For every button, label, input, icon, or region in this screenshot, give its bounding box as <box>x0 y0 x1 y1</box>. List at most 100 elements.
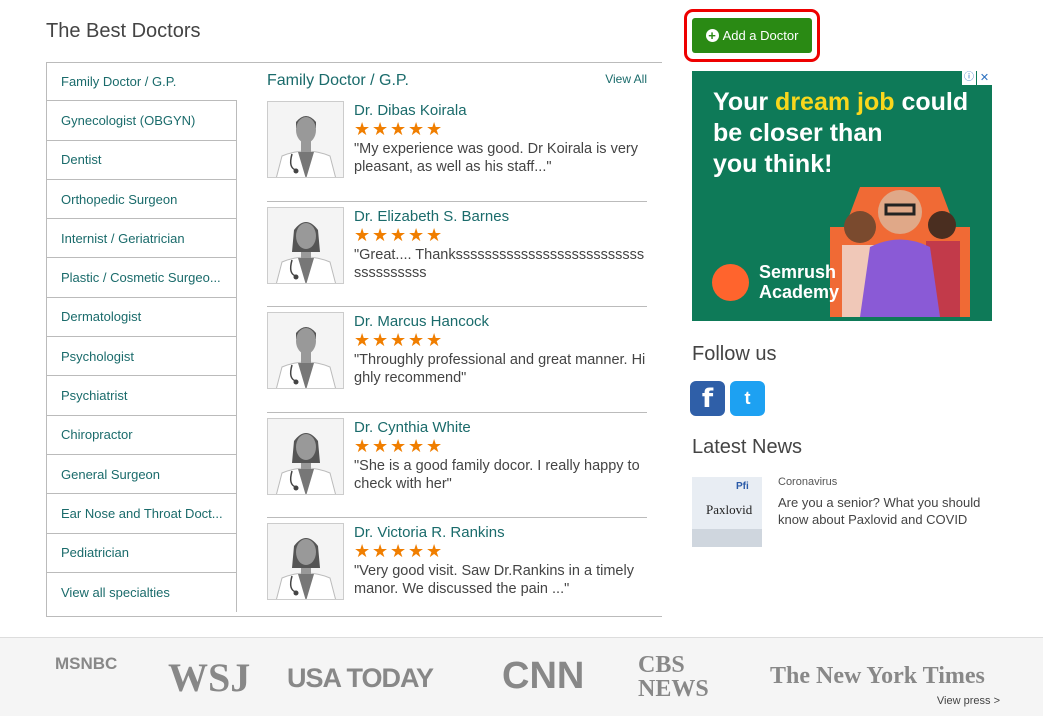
panel-title: Family Doctor / G.P. <box>267 72 409 89</box>
star-icon: ★ <box>426 330 443 350</box>
star-icon: ★ <box>408 435 425 456</box>
news-headline-link[interactable]: Are you a senior? What you should know a… <box>778 494 988 528</box>
star-icon: ★ <box>426 119 443 139</box>
specialty-item[interactable]: Family Doctor / G.P. <box>46 62 237 102</box>
twitter-icon[interactable]: t <box>730 381 765 416</box>
star-icon: ★ <box>354 435 371 456</box>
add-doctor-label: Add a Doctor <box>722 28 799 43</box>
star-icon: ★ <box>390 330 407 350</box>
star-icon: ★ <box>372 224 389 245</box>
specialty-item[interactable]: Psychiatrist <box>46 376 237 416</box>
doctor-avatar[interactable] <box>267 312 344 389</box>
star-icon: ★ <box>390 435 407 456</box>
nyt-logo: The New York Times <box>770 663 985 689</box>
star-icon: ★ <box>426 541 443 561</box>
thumb-pills <box>692 529 762 547</box>
rating-stars: ★ ★ ★ ★ ★ <box>354 435 443 456</box>
doctor-avatar[interactable] <box>267 523 344 600</box>
news-category: Coronavirus <box>778 476 838 488</box>
view-press-link[interactable]: View press > <box>937 695 1000 707</box>
specialty-item[interactable]: General Surgeon <box>46 454 237 495</box>
star-icon: ★ <box>390 224 407 245</box>
star-icon: ★ <box>390 541 407 561</box>
specialty-item[interactable]: Dentist <box>46 140 237 180</box>
doctor-name-link[interactable]: Dr. Dibas Koirala <box>354 102 467 119</box>
msnbc-logo: MSNBC <box>55 655 117 672</box>
doctor-name-link[interactable]: Dr. Victoria R. Rankins <box>354 524 505 541</box>
rating-stars: ★ ★ ★ ★ ★ <box>354 224 443 245</box>
specialty-item[interactable]: Dermatologist <box>46 297 237 338</box>
star-icon: ★ <box>390 119 407 139</box>
doctor-card: Dr. Cynthia White ★ ★ ★ ★ ★ "She is a good fam… <box>267 413 647 518</box>
star-icon: ★ <box>354 224 371 245</box>
star-icon: ★ <box>408 224 425 245</box>
advertisement[interactable]: ⓘ ✕ Your dream job could be closer than … <box>692 71 992 321</box>
ad-headline-line2: be closer than <box>713 119 883 147</box>
doctor-review: "Great.... Thankssssssssssssssssssssssss… <box>354 246 645 281</box>
star-icon: ★ <box>372 119 389 139</box>
specialty-item[interactable]: Orthopedic Surgeon <box>46 179 237 220</box>
ad-text: Your <box>713 88 776 116</box>
star-icon: ★ <box>354 330 371 350</box>
specialty-item[interactable]: Plastic / Cosmetic Surgeo... <box>46 258 237 298</box>
specialty-item[interactable]: Pediatrician <box>46 533 237 573</box>
plus-circle-icon: + <box>705 29 719 42</box>
doctor-name-link[interactable]: Dr. Cynthia White <box>354 419 471 436</box>
specialty-item[interactable]: Ear Nose and Throat Doct... <box>46 494 237 534</box>
doctor-list: Dr. Dibas Koirala ★ ★ ★ ★ ★ "My experience was… <box>267 96 647 624</box>
specialty-list: Family Doctor / G.P. Gynecologist (OBGYN)… <box>46 62 237 613</box>
doctor-review: "Very good visit. Saw Dr.Rankins in a ti… <box>354 563 634 597</box>
ad-info-icon[interactable]: ⓘ <box>962 71 976 85</box>
add-doctor-button[interactable]: + Add a Doctor <box>692 18 812 53</box>
ad-headline-line3: you think! <box>713 150 833 178</box>
doctor-review: "Throughly professional and great manner… <box>354 352 646 386</box>
doctor-avatar[interactable] <box>267 206 344 284</box>
ad-highlight-text: dream job <box>775 88 895 116</box>
cnn-logo: CNN <box>502 655 585 697</box>
ad-brand-line2: Academy <box>759 282 840 302</box>
view-all-link[interactable]: View All <box>605 72 647 86</box>
specialty-item[interactable]: Gynecologist (OBGYN) <box>46 101 237 141</box>
thumb-text: Paxlovid <box>706 502 753 517</box>
star-icon: ★ <box>426 224 443 245</box>
add-doctor-highlight: + Add a Doctor <box>684 9 820 62</box>
doctor-avatar[interactable] <box>267 101 344 178</box>
doctor-card: Dr. Elizabeth S. Barnes ★ ★ ★ ★ ★ "Great.... T… <box>267 202 647 307</box>
doctor-review: "She is a good family docor. I really ha… <box>354 457 640 492</box>
specialty-item[interactable]: Internist / Geriatrician <box>46 219 237 259</box>
star-icon: ★ <box>408 330 425 350</box>
cbs-news-logo: CBS NEWS <box>638 652 709 702</box>
thumb-brand: Pfi <box>736 481 749 492</box>
doctor-avatar[interactable] <box>267 417 344 495</box>
ad-text: could <box>894 88 969 116</box>
star-icon: ★ <box>426 435 443 456</box>
star-icon: ★ <box>354 119 371 139</box>
doctor-review: "My experience was good. Dr Koirala is v… <box>354 141 638 175</box>
facebook-icon[interactable]: f <box>690 381 725 416</box>
rating-stars: ★ ★ ★ ★ ★ <box>354 541 443 561</box>
usa-today-logo: USA TODAY <box>287 663 434 693</box>
star-icon: ★ <box>372 435 389 456</box>
specialty-item[interactable]: Chiropractor <box>46 415 237 455</box>
specialty-item[interactable]: Psychologist <box>46 337 237 377</box>
doctors-panel: Family Doctor / G.P. View All Dr. Dibas … <box>267 62 647 624</box>
ad-headline-line1: Your dream job could <box>713 88 968 117</box>
ad-close-icon[interactable]: ✕ <box>977 71 992 85</box>
doctor-name-link[interactable]: Dr. Marcus Hancock <box>354 313 489 330</box>
doctor-card: Dr. Marcus Hancock ★ ★ ★ ★ ★ "Throughly profes… <box>267 307 647 413</box>
semrush-logo-icon <box>712 264 749 301</box>
star-icon: ★ <box>408 541 425 561</box>
doctor-card: Dr. Victoria R. Rankins ★ ★ ★ ★ ★ "Very good v… <box>267 518 647 624</box>
specialty-item[interactable]: View all specialties <box>46 572 237 613</box>
rating-stars: ★ ★ ★ ★ ★ <box>354 119 443 139</box>
news-thumbnail[interactable]: Pfi Paxlovid <box>692 477 762 547</box>
follow-us-heading: Follow us <box>692 343 777 365</box>
ad-brand-line1: Semrush <box>759 262 837 282</box>
star-icon: ★ <box>372 330 389 350</box>
doctor-card: Dr. Dibas Koirala ★ ★ ★ ★ ★ "My experience was… <box>267 96 647 202</box>
star-icon: ★ <box>408 119 425 139</box>
star-icon: ★ <box>372 541 389 561</box>
page-title: The Best Doctors <box>46 20 201 42</box>
doctor-name-link[interactable]: Dr. Elizabeth S. Barnes <box>354 208 509 225</box>
rating-stars: ★ ★ ★ ★ ★ <box>354 330 443 350</box>
